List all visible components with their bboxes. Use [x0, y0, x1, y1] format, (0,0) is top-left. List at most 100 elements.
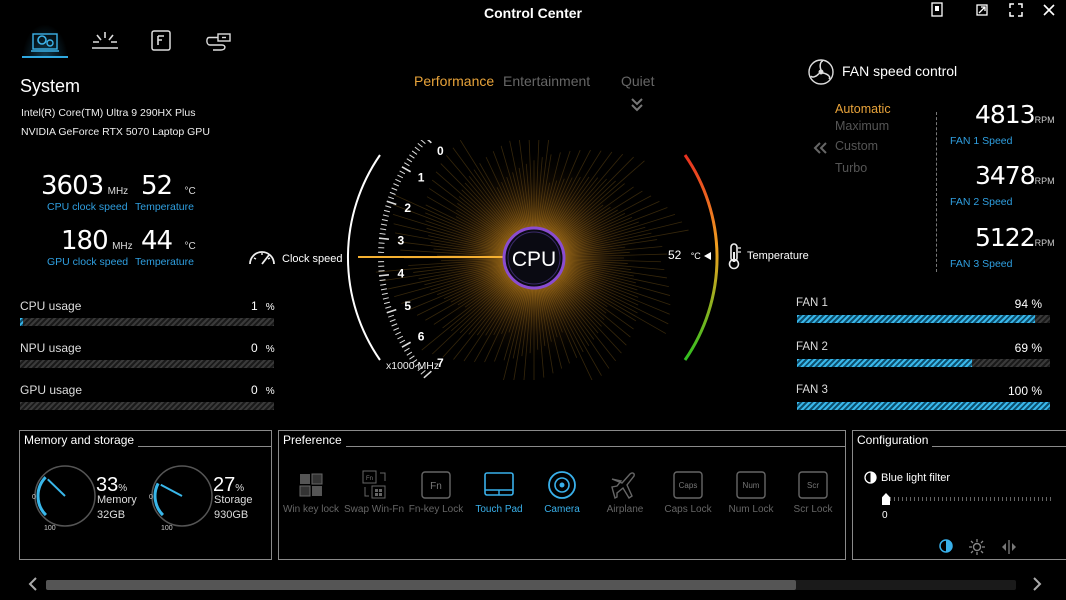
scale-tick: [389, 191, 396, 195]
pref-fn-key-lock-label: Fn-key Lock: [408, 504, 464, 515]
print-button[interactable]: [926, 2, 948, 22]
gpu-clock-unit: MHz: [112, 241, 133, 252]
storage-dial-max: 100: [161, 525, 173, 532]
fan-bar-label: FAN 2: [796, 341, 828, 353]
pref-scr-lock-label: Scr Lock: [793, 504, 833, 515]
more-modes-button[interactable]: [630, 96, 644, 112]
gpu-clock-value: 180: [61, 226, 109, 256]
mode-performance[interactable]: Performance: [414, 73, 494, 89]
pref-swap-win-fn[interactable]: Fn Swap Win-Fn: [343, 469, 405, 515]
pref-num-lock[interactable]: Num Num Lock: [720, 469, 782, 515]
pref-camera[interactable]: Camera: [531, 469, 593, 515]
pref-scr-lock[interactable]: Scr Scr Lock: [782, 469, 844, 515]
scale-tick: [388, 196, 395, 200]
scale-tick: [414, 146, 421, 152]
cpu-temp-value: 52: [141, 171, 173, 201]
fan-mode-collapse-button[interactable]: [813, 141, 827, 159]
cpu-temp-label: Temperature: [135, 201, 194, 213]
mode-entertainment[interactable]: Entertainment: [503, 73, 590, 89]
touchpad-icon: [484, 472, 514, 496]
close-button[interactable]: [1038, 2, 1060, 22]
usage-unit: %: [265, 386, 275, 397]
cpu-clock-label: CPU clock speed: [47, 201, 128, 213]
config-display-button[interactable]: [1000, 538, 1018, 561]
restore-icon: [976, 4, 988, 16]
fan-mode-automatic[interactable]: Automatic: [835, 102, 891, 116]
pref-win-key-lock[interactable]: Win key lock: [280, 469, 342, 515]
fan-mode-turbo[interactable]: Turbo: [835, 161, 867, 175]
scale-tick: [380, 228, 387, 231]
scale-tick-label: 2: [404, 201, 411, 215]
blue-light-slider-thumb[interactable]: [882, 493, 890, 505]
thermometer-icon: [728, 243, 741, 270]
pref-touch-pad[interactable]: Touch Pad: [468, 469, 530, 515]
fan-speed-label: FAN 3 Speed: [950, 258, 1013, 270]
camera-icon: [548, 471, 576, 499]
chevron-double-down-icon: [631, 98, 643, 112]
fan-rpm-unit: RPM: [1034, 176, 1055, 186]
scale-tick: [380, 288, 387, 291]
config-brightness-button[interactable]: [968, 538, 986, 561]
blue-light-slider[interactable]: [882, 492, 1054, 506]
pref-fn-key-lock[interactable]: Fn Fn-key Lock: [405, 469, 467, 515]
close-icon: [1043, 4, 1055, 16]
pref-swap-win-fn-label: Swap Win-Fn: [343, 504, 404, 515]
scroll-left-button[interactable]: [26, 576, 40, 597]
fan-panel-title: FAN speed control: [842, 63, 958, 79]
restore-button[interactable]: [971, 2, 993, 22]
pref-caps-lock[interactable]: Caps Caps Lock: [657, 469, 719, 515]
usage-label: CPU usage: [20, 299, 82, 313]
gpu-temp-label: Temperature: [135, 256, 194, 268]
config-contrast-button[interactable]: [938, 538, 954, 559]
tab-function-keys[interactable]: [138, 24, 184, 58]
scale-tick: [393, 183, 400, 187]
fan-mode-maximum[interactable]: Maximum: [835, 119, 889, 133]
memory-panel-header: Memory and storage: [20, 431, 271, 447]
fan-rpm-unit: RPM: [1034, 115, 1055, 125]
tab-lighting[interactable]: [82, 24, 128, 58]
fan-speed-readout: 3478RPM: [975, 161, 1055, 190]
caps-key-cap: Caps: [679, 481, 698, 490]
gauge-temp-unit: °C: [690, 251, 701, 261]
airplane-icon: [611, 472, 635, 500]
cpu-center-label: CPU: [512, 248, 556, 271]
fan-bar-fill: [797, 359, 972, 367]
scale-tick: [380, 283, 387, 286]
scale-tick: [383, 209, 391, 213]
function-key-icon: [151, 30, 171, 51]
swap-keys-icon: Fn: [362, 470, 386, 499]
usage-bar-fill: [20, 318, 23, 326]
mode-quiet[interactable]: Quiet: [621, 73, 654, 89]
fullscreen-button[interactable]: [1005, 2, 1027, 22]
memory-dial-min: 0: [32, 494, 36, 501]
preference-panel-title: Preference: [279, 433, 346, 447]
tab-system[interactable]: [22, 24, 68, 58]
pref-airplane[interactable]: Airplane: [594, 469, 656, 515]
memory-dial-arc: [36, 476, 48, 517]
gauge-temp-label: Temperature: [747, 250, 809, 262]
fan-bar-label: FAN 3: [796, 384, 828, 396]
cpu-clock-readout: 3603 MHz: [41, 171, 128, 201]
scale-tick: [426, 140, 432, 144]
scale-tick-label: 6: [418, 329, 425, 343]
scale-tick: [423, 370, 432, 379]
fan-speed-readout: 5122RPM: [975, 223, 1055, 252]
fan-icon: [808, 59, 834, 85]
memory-size: 32GB: [97, 509, 126, 521]
scale-tick: [378, 274, 390, 277]
pref-num-lock-label: Num Lock: [728, 504, 774, 515]
usb-icon: [206, 33, 231, 51]
fan-bar-fill: [797, 402, 1050, 410]
configuration-panel-header: Configuration: [853, 431, 1066, 447]
fan-mode-custom[interactable]: Custom: [835, 139, 878, 153]
scale-tick: [385, 306, 392, 309]
fan-rpm-unit: RPM: [1034, 238, 1055, 248]
scrollbar-thumb[interactable]: [46, 580, 796, 590]
gpu-temp-value: 44: [141, 226, 173, 256]
cpu-temp-unit: °C: [184, 186, 196, 197]
fan-bar: [797, 359, 1050, 367]
pref-airplane-label: Airplane: [606, 504, 644, 515]
scale-tick: [409, 355, 415, 360]
tab-usb[interactable]: [196, 24, 242, 58]
scroll-right-button[interactable]: [1030, 576, 1044, 597]
